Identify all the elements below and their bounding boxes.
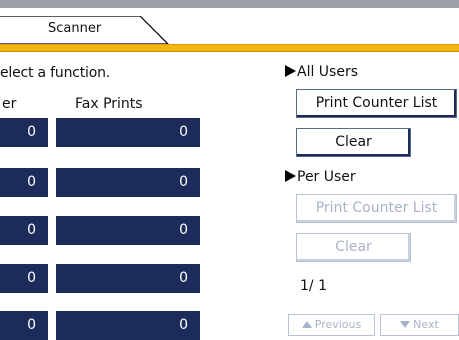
- next-label: Next: [413, 318, 439, 331]
- arrow-down-icon: [400, 321, 411, 328]
- next-button[interactable]: Next: [380, 314, 459, 336]
- per-user-label: Per User: [297, 169, 356, 185]
- accent-bar: [0, 44, 459, 52]
- column-header-partial: er: [2, 96, 17, 112]
- top-status-bar: [0, 0, 459, 8]
- column-header-fax-prints: Fax Prints: [75, 96, 143, 112]
- instruction-text: elect a function.: [0, 65, 111, 81]
- counter-cell: 0: [0, 168, 48, 197]
- per-user-clear-button[interactable]: Clear: [296, 233, 411, 262]
- previous-label: Previous: [314, 318, 362, 331]
- counter-cell: 0: [0, 216, 48, 245]
- all-users-label: All Users: [297, 64, 359, 80]
- tab-scanner-label: Scanner: [48, 21, 102, 36]
- per-user-heading: Per User: [285, 169, 356, 185]
- all-users-print-counter-list-button[interactable]: Print Counter List: [296, 89, 457, 118]
- page-indicator: 1/ 1: [300, 278, 327, 294]
- all-users-heading: All Users: [285, 64, 358, 80]
- counter-cell: 0: [0, 118, 48, 147]
- fax-prints-cell: 0: [56, 118, 200, 147]
- fax-prints-cell: 0: [56, 264, 200, 293]
- fax-prints-cell: 0: [56, 311, 200, 340]
- counter-cell: 0: [0, 311, 48, 340]
- triangle-right-icon: [285, 170, 296, 182]
- previous-button[interactable]: Previous: [288, 314, 375, 336]
- per-user-print-counter-list-button[interactable]: Print Counter List: [296, 194, 457, 223]
- counter-cell: 0: [0, 264, 48, 293]
- triangle-right-icon: [285, 65, 296, 77]
- fax-prints-cell: 0: [56, 168, 200, 197]
- arrow-up-icon: [301, 321, 312, 328]
- all-users-clear-button[interactable]: Clear: [296, 128, 411, 157]
- fax-prints-cell: 0: [56, 216, 200, 245]
